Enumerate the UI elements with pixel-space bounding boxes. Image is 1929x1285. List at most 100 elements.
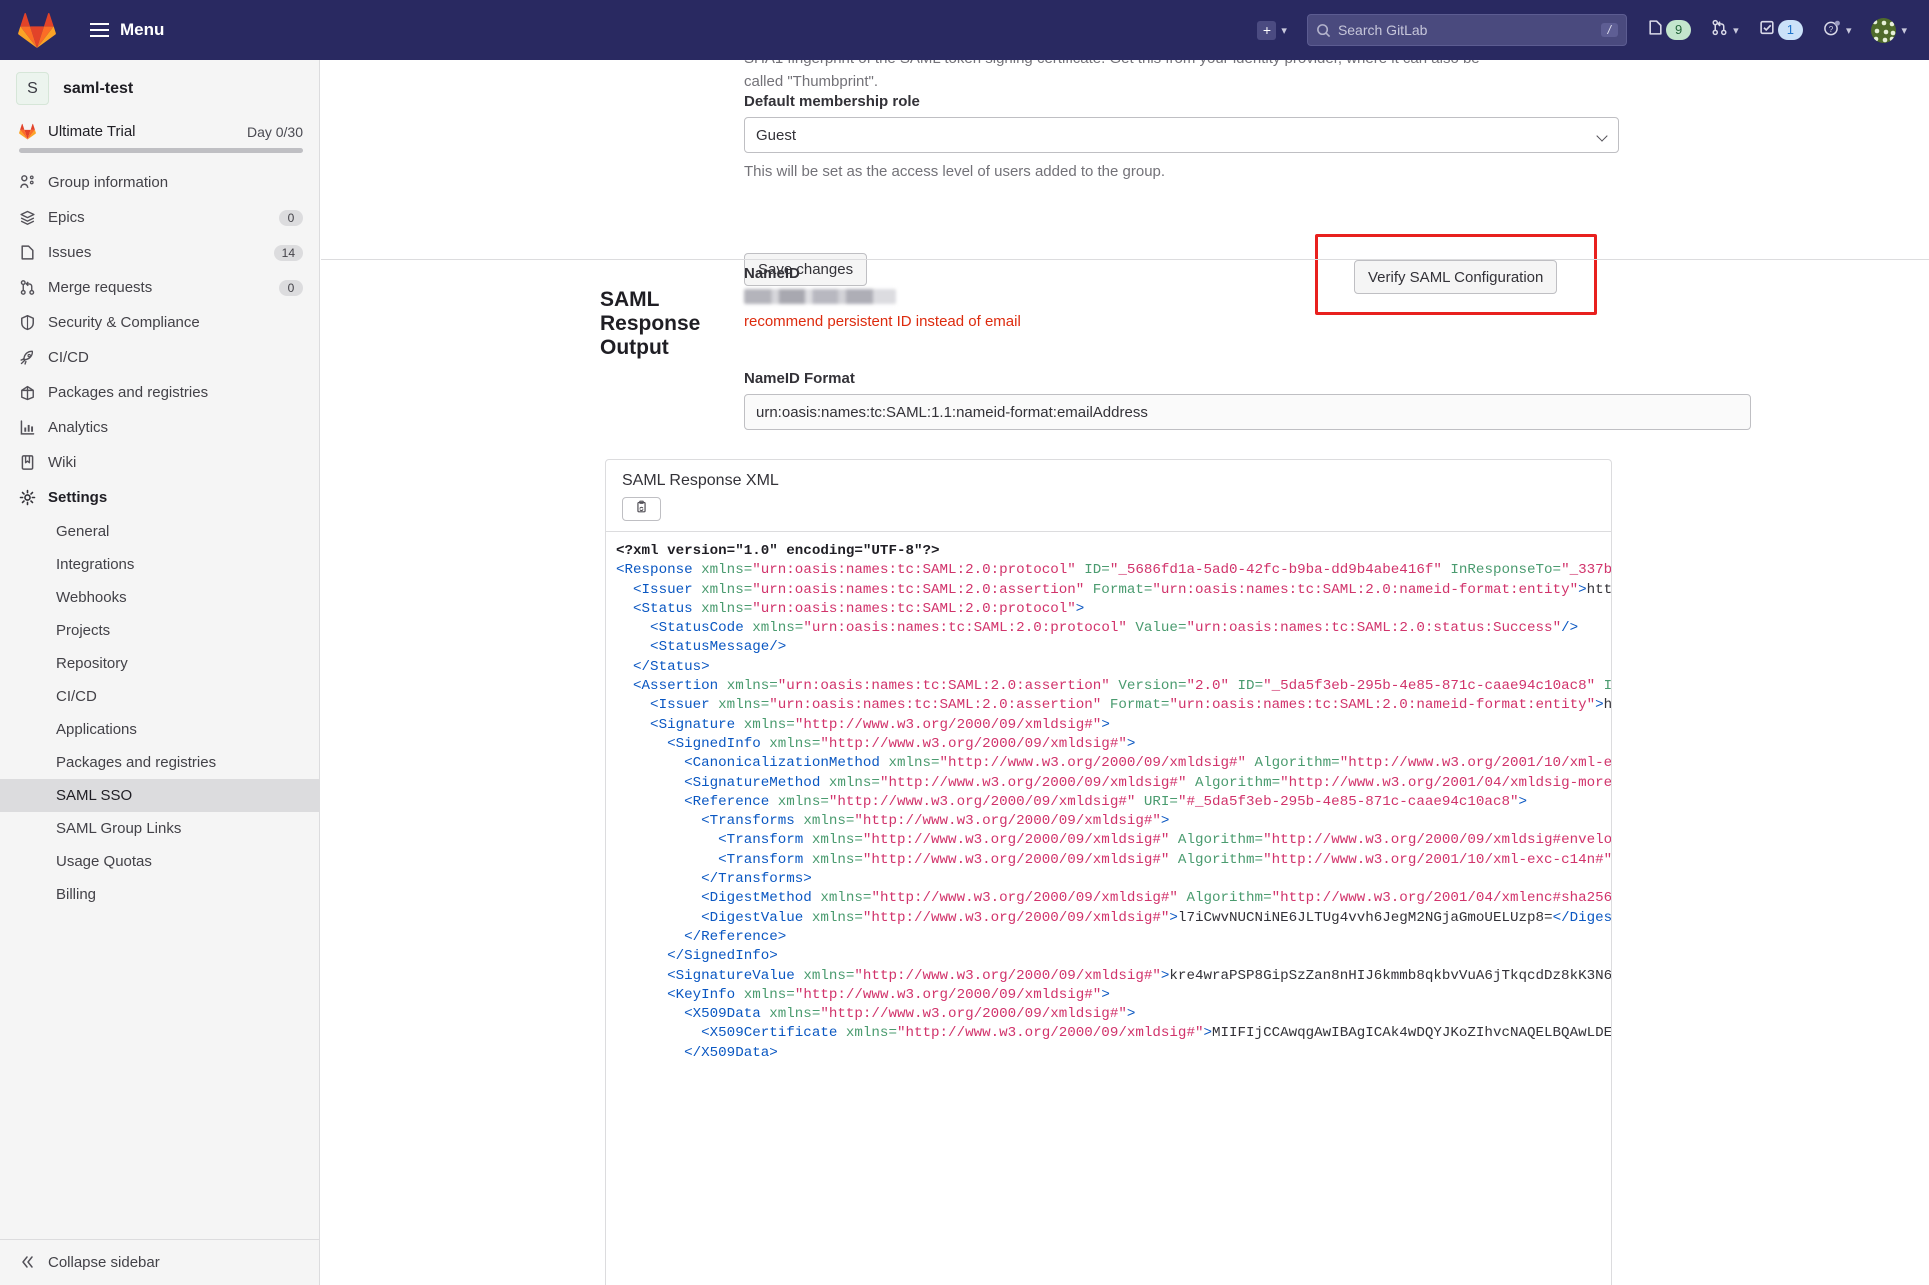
search-placeholder: Search GitLab — [1337, 22, 1428, 38]
saml-response-xml-title: SAML Response XML — [622, 472, 779, 489]
nameid-input[interactable] — [744, 289, 1689, 304]
plus-square-icon: + — [1257, 20, 1277, 40]
nameid-format-input[interactable] — [744, 394, 1751, 430]
left-sidebar: S saml-test Ultimate Trial Day 0/30 Grou… — [0, 60, 320, 1285]
todos-count-badge: 1 — [1777, 20, 1803, 40]
xml-line: <DigestMethod xmlns="http://www.w3.org/2… — [616, 890, 1611, 907]
top-nav-right-group: + ▾ Search GitLab / 9 ▾ 1 ? ▾ ▾ — [1247, 0, 1929, 60]
sidebar-item-security-compliance[interactable]: Security & Compliance — [0, 305, 319, 340]
chevron-down-icon: ▾ — [1845, 24, 1852, 37]
issues-icon — [19, 244, 36, 261]
sidebar-subitem-integrations[interactable]: Integrations — [0, 548, 319, 581]
main-content: SHA1 fingerprint of the SAML token signi… — [321, 60, 1929, 1285]
sidebar-subitem-packages-and-registries[interactable]: Packages and registries — [0, 746, 319, 779]
sidebar-item-issues[interactable]: Issues 14 — [0, 235, 319, 270]
default-membership-role-group: Default membership role GuestReporterDev… — [744, 93, 1619, 184]
rocket-icon — [19, 349, 36, 366]
nameid-format-field-group: NameID Format — [744, 370, 1751, 430]
xml-line: </Reference> — [616, 928, 787, 945]
sidebar-item-ultimate-trial[interactable]: Ultimate Trial Day 0/30 — [0, 117, 319, 142]
question-circle-icon: ? — [1823, 19, 1841, 42]
issues-nav-button[interactable]: 9 — [1637, 0, 1701, 60]
xml-line: <CanonicalizationMethod xmlns="http://ww… — [616, 755, 1611, 772]
sidebar-item-wiki[interactable]: Wiki — [0, 445, 319, 480]
sidebar-item-label: Issues — [48, 244, 92, 261]
help-nav-button[interactable]: ? ▾ — [1813, 0, 1862, 60]
sidebar-subitem-general[interactable]: General — [0, 515, 319, 548]
default-membership-role-hint: This will be set as the access level of … — [744, 163, 1166, 180]
sidebar-item-packages-and-registries[interactable]: Packages and registries — [0, 375, 319, 410]
trial-day-counter: Day 0/30 — [246, 123, 303, 140]
create-new-button[interactable]: + ▾ — [1247, 0, 1297, 60]
xml-line: <Transform xmlns="http://www.w3.org/2000… — [616, 832, 1611, 849]
xml-line: <DigestValue xmlns="http://www.w3.org/20… — [616, 909, 1611, 926]
collapse-sidebar-button[interactable]: Collapse sidebar — [0, 1239, 319, 1285]
sidebar-subitem-saml-sso[interactable]: SAML SSO — [0, 779, 319, 812]
nameid-field-group: NameID recommend persistent ID instead o… — [744, 265, 1619, 330]
saml-response-xml-header: SAML Response XML — [606, 460, 1611, 532]
search-input[interactable]: Search GitLab / — [1306, 14, 1627, 46]
top-navigation-bar: Menu + ▾ Search GitLab / 9 ▾ 1 ? ▾ ▾ — [0, 0, 1929, 60]
fingerprint-hint-line1: SHA1 fingerprint of the SAML token signi… — [744, 60, 1619, 71]
merge-request-icon — [1711, 19, 1728, 41]
group-icon — [19, 174, 36, 191]
search-shortcut-badge: / — [1600, 23, 1618, 37]
default-membership-role-select[interactable]: GuestReporterDeveloperMaintainerOwner — [744, 117, 1619, 153]
trial-progress-bar — [19, 148, 303, 153]
sidebar-group-header[interactable]: S saml-test — [0, 60, 319, 117]
sidebar-subitem-projects[interactable]: Projects — [0, 614, 319, 647]
sidebar-item-label: Settings — [48, 489, 108, 506]
sidebar-item-group-information[interactable]: Group information — [0, 165, 319, 200]
xml-line: </Status> — [616, 658, 710, 675]
sidebar-item-analytics[interactable]: Analytics — [0, 410, 319, 445]
sidebar-item-label: Analytics — [48, 419, 109, 436]
sidebar-item-label: CI/CD — [48, 349, 89, 366]
xml-line: <KeyInfo xmlns="http://www.w3.org/2000/0… — [616, 986, 1110, 1003]
fingerprint-hint-line2: called "Thumbprint". — [744, 72, 879, 90]
package-icon — [19, 384, 36, 401]
gitlab-tanuki-icon — [19, 123, 36, 140]
todo-check-icon — [1759, 19, 1776, 41]
sidebar-subitem-repository[interactable]: Repository — [0, 647, 319, 680]
xml-line: <Reference xmlns="http://www.w3.org/2000… — [616, 793, 1528, 810]
sidebar-subitem-ci-cd[interactable]: CI/CD — [0, 680, 319, 713]
merge-requests-nav-button[interactable]: ▾ — [1701, 0, 1749, 60]
sidebar-subitem-saml-group-links[interactable]: SAML Group Links — [0, 812, 319, 845]
xml-line: </SignedInfo> — [616, 948, 778, 965]
saml-response-xml-card: SAML Response XML <?xml version="1.0" en… — [605, 459, 1612, 1285]
sidebar-item-epics[interactable]: Epics 0 — [0, 200, 319, 235]
issues-icon — [1647, 19, 1664, 41]
todos-nav-button[interactable]: 1 — [1749, 0, 1813, 60]
trial-label: Ultimate Trial — [48, 123, 136, 140]
user-menu-button[interactable]: ▾ — [1861, 0, 1929, 60]
book-icon — [19, 454, 36, 471]
gitlab-logo-icon[interactable] — [0, 12, 56, 48]
group-avatar: S — [16, 72, 49, 105]
xml-line: <X509Data xmlns="http://www.w3.org/2000/… — [616, 1006, 1136, 1023]
sidebar-subitem-billing[interactable]: Billing — [0, 878, 319, 911]
sidebar-item-ci-cd[interactable]: CI/CD — [0, 340, 319, 375]
sidebar-subitem-webhooks[interactable]: Webhooks — [0, 581, 319, 614]
nameid-format-label: NameID Format — [744, 370, 855, 387]
sidebar-item-merge-requests[interactable]: Merge requests 0 — [0, 270, 319, 305]
xml-line: <Issuer xmlns="urn:oasis:names:tc:SAML:2… — [616, 697, 1611, 714]
xml-line: <SignatureValue xmlns="http://www.w3.org… — [616, 967, 1611, 984]
sidebar-item-label: Epics — [48, 209, 85, 226]
chevron-double-left-icon — [19, 1254, 36, 1271]
sidebar-subitem-usage-quotas[interactable]: Usage Quotas — [0, 845, 319, 878]
nameid-redacted-value — [744, 289, 896, 304]
collapse-sidebar-label: Collapse sidebar — [48, 1254, 160, 1271]
group-name: saml-test — [63, 79, 134, 97]
xml-line: <?xml version="1.0" encoding="UTF-8"?> — [616, 543, 940, 559]
saml-response-xml-content[interactable]: <?xml version="1.0" encoding="UTF-8"?> <R… — [606, 532, 1611, 1063]
main-menu-button[interactable]: Menu — [82, 14, 172, 46]
sidebar-item-settings[interactable]: Settings — [0, 480, 319, 515]
chevron-down-icon: ▾ — [1281, 24, 1287, 37]
sidebar-item-label: Wiki — [48, 454, 77, 471]
xml-line: <Issuer xmlns="urn:oasis:names:tc:SAML:2… — [616, 581, 1611, 598]
sidebar-subitem-applications[interactable]: Applications — [0, 713, 319, 746]
xml-line: <Status xmlns="urn:oasis:names:tc:SAML:2… — [616, 600, 1085, 617]
xml-line: <SignedInfo xmlns="http://www.w3.org/200… — [616, 735, 1136, 752]
issues-count-badge: 9 — [1665, 20, 1692, 40]
copy-xml-button[interactable] — [622, 497, 661, 521]
